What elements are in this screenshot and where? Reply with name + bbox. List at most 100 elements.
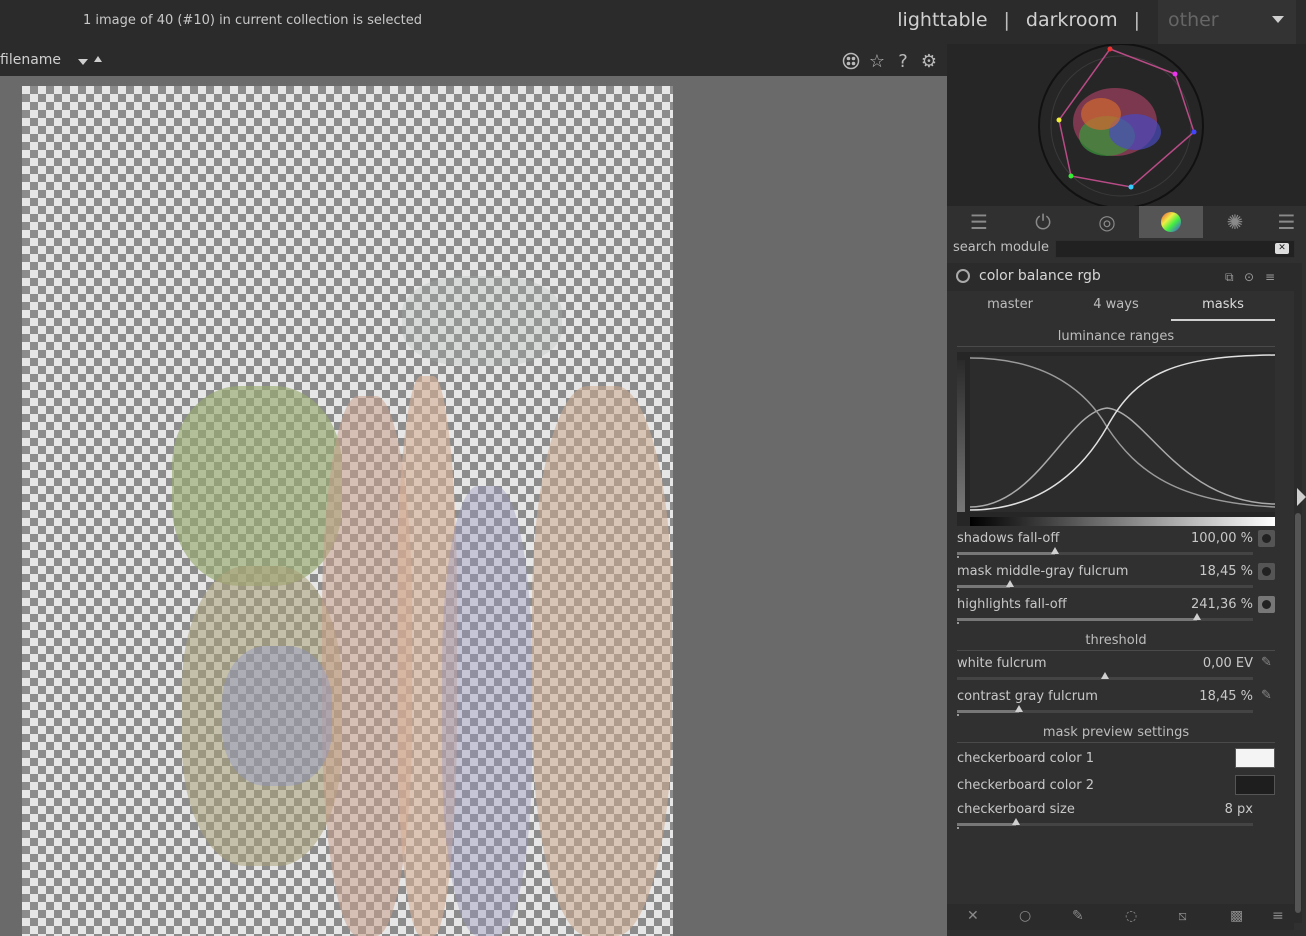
slider-value: 100,00 %	[1191, 531, 1253, 546]
mask-toggle-button[interactable]	[1258, 563, 1275, 580]
pen-icon[interactable]: ✎	[1072, 908, 1084, 924]
slider-handle[interactable]	[1012, 818, 1020, 825]
view-separator: |	[1003, 9, 1010, 31]
highlights-falloff-slider[interactable]: highlights fall-off 241,36 %	[957, 596, 1275, 629]
image-region	[222, 646, 332, 786]
color-wheel-icon[interactable]	[1139, 206, 1203, 238]
menu-icon[interactable]: ≡	[1272, 908, 1284, 924]
chevron-down-icon[interactable]	[78, 59, 88, 65]
search-module-input[interactable]	[1055, 240, 1295, 258]
menu-icon[interactable]: ☰	[1267, 206, 1306, 238]
slider-handle[interactable]	[1006, 580, 1014, 587]
sort-direction-icon[interactable]	[94, 56, 102, 62]
reset-icon[interactable]: ⊙	[1244, 270, 1254, 284]
mask-toggle-button[interactable]	[1258, 530, 1275, 547]
sliders-icon[interactable]: ☰	[947, 206, 1011, 238]
search-label: search module	[953, 240, 1050, 255]
slider-marker	[957, 714, 959, 716]
view-lighttable[interactable]: lighttable	[897, 9, 987, 31]
effects-icon[interactable]: ✺	[1203, 206, 1267, 238]
power-icon[interactable]: ⏻	[1011, 206, 1075, 238]
image-region	[172, 386, 342, 586]
color-picker-icon[interactable]: ✎	[1258, 655, 1275, 672]
slider-track[interactable]	[957, 672, 1253, 680]
slider-fill	[957, 618, 1197, 621]
slider-handle[interactable]	[1051, 547, 1059, 554]
search-row: search module ✕	[947, 238, 1306, 262]
collapse-panel-arrow-icon[interactable]	[1297, 488, 1306, 506]
mask-toggle-button[interactable]	[1258, 596, 1275, 613]
slider-marker	[957, 556, 959, 558]
slider-label: checkerboard size	[957, 802, 1075, 817]
checker-icon[interactable]: ▩	[1230, 908, 1243, 924]
panel-scrollbar[interactable]	[1294, 263, 1302, 923]
module-group-tabs: ☰ ⏻ ◎ ✺ ☰	[947, 206, 1306, 238]
white-fulcrum-slider[interactable]: white fulcrum 0,00 EV ✎	[957, 655, 1275, 688]
gradient-icon[interactable]: ⧅	[1178, 908, 1187, 924]
checkerboard-color-2-swatch[interactable]	[1235, 775, 1275, 795]
other-label: other	[1168, 9, 1219, 31]
module-power-icon[interactable]	[956, 269, 970, 283]
image-region	[442, 486, 532, 936]
slider-track[interactable]	[957, 818, 1253, 826]
tab-4-ways[interactable]: 4 ways	[1063, 297, 1169, 321]
multi-instance-icon[interactable]: ⧉	[1225, 270, 1234, 285]
view-darkroom[interactable]: darkroom	[1026, 9, 1118, 31]
module-title: color balance rgb	[979, 268, 1101, 284]
image-center-view	[0, 76, 947, 936]
slider-track[interactable]	[957, 613, 1253, 621]
other-views-dropdown[interactable]: other	[1158, 0, 1296, 44]
view-switcher: lighttable | darkroom |	[897, 9, 1156, 31]
luminance-ranges-graph[interactable]	[957, 352, 1276, 526]
slider-marker	[957, 589, 959, 591]
checkerboard-color-2-label: checkerboard color 2	[957, 778, 1095, 793]
slider-track[interactable]	[957, 580, 1253, 588]
grouping-icon[interactable]	[840, 50, 862, 72]
slider-label: highlights fall-off	[957, 597, 1067, 612]
slider-track[interactable]	[957, 705, 1253, 713]
scrollbar-thumb[interactable]	[1295, 513, 1301, 913]
slider-value: 8 px	[1224, 802, 1253, 817]
help-icon[interactable]: ?	[892, 50, 914, 72]
module-tabs: master 4 ways masks	[957, 297, 1277, 321]
clear-icon[interactable]: ✕	[1275, 243, 1289, 254]
mask-middle-gray-fulcrum-slider[interactable]: mask middle-gray fulcrum 18,45 %	[957, 563, 1275, 596]
base-icon[interactable]: ◎	[1075, 206, 1139, 238]
tab-master[interactable]: master	[957, 297, 1063, 321]
slider-handle[interactable]	[1193, 613, 1201, 620]
checkerboard-size-slider[interactable]: checkerboard size 8 px	[957, 802, 1275, 834]
image-region	[402, 276, 562, 366]
slider-fill	[957, 823, 1016, 826]
slider-value: 0,00 EV	[1202, 656, 1253, 671]
slider-handle[interactable]	[1015, 705, 1023, 712]
contrast-gray-fulcrum-slider[interactable]: contrast gray fulcrum 18,45 % ✎	[957, 688, 1275, 721]
slider-handle[interactable]	[1101, 672, 1109, 679]
slider-track[interactable]	[957, 547, 1253, 555]
slider-fill	[957, 552, 1055, 555]
checkerboard-color-1-label: checkerboard color 1	[957, 751, 1095, 766]
section-luminance-ranges: luminance ranges	[957, 329, 1275, 347]
sort-by-dropdown[interactable]: filename	[0, 52, 61, 68]
vectorscope	[947, 44, 1306, 206]
chevron-down-icon	[1272, 16, 1284, 23]
checkerboard-color-2-row: checkerboard color 2	[957, 775, 1275, 797]
gear-icon[interactable]: ⚙	[918, 50, 940, 72]
mask-preview-image[interactable]	[22, 86, 673, 936]
circle-icon[interactable]: ○	[1019, 908, 1031, 924]
slider-label: white fulcrum	[957, 656, 1047, 671]
tab-masks[interactable]: masks	[1171, 297, 1275, 321]
slider-value: 18,45 %	[1199, 564, 1253, 579]
slider-label: mask middle-gray fulcrum	[957, 564, 1129, 579]
view-separator: |	[1133, 9, 1140, 31]
checkerboard-color-1-swatch[interactable]	[1235, 748, 1275, 768]
star-icon[interactable]: ☆	[866, 50, 888, 72]
section-mask-preview-settings: mask preview settings	[957, 725, 1275, 743]
module-header[interactable]: color balance rgb ⧉ ⊙ ≡	[947, 263, 1295, 291]
image-region	[532, 386, 672, 936]
brush-icon[interactable]: ◌	[1125, 908, 1137, 924]
close-icon[interactable]: ✕	[967, 908, 979, 924]
shadows-falloff-slider[interactable]: shadows fall-off 100,00 %	[957, 530, 1275, 563]
slider-value: 241,36 %	[1191, 597, 1253, 612]
color-picker-icon[interactable]: ✎	[1258, 688, 1275, 705]
presets-icon[interactable]: ≡	[1265, 270, 1275, 284]
